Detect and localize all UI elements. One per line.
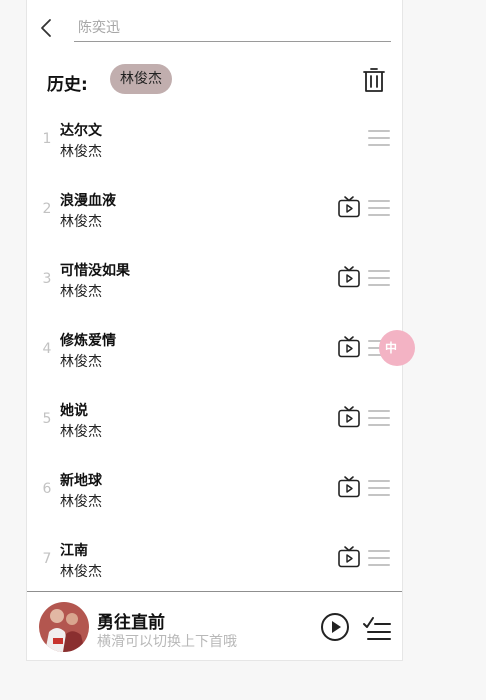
history-label: 历史:: [47, 75, 88, 95]
song-artist: 林俊杰: [60, 284, 102, 300]
song-list: 1 达尔文 林俊杰 2 浪漫血液 林俊杰 3 可惜没如果 林俊杰 4 修炼爱情 …: [27, 104, 402, 594]
song-title: 浪漫血液: [60, 193, 116, 209]
song-artist: 林俊杰: [60, 354, 102, 370]
song-title: 江南: [60, 543, 88, 559]
tv-play-icon[interactable]: [337, 545, 361, 569]
hamburger-menu-icon[interactable]: [367, 128, 391, 148]
chevron-left-icon[interactable]: [37, 18, 57, 38]
search-bar: [27, 0, 402, 58]
tv-play-icon[interactable]: [337, 475, 361, 499]
hamburger-menu-icon[interactable]: [367, 478, 391, 498]
song-row[interactable]: 3 可惜没如果 林俊杰: [27, 244, 402, 314]
hamburger-menu-icon[interactable]: [367, 198, 391, 218]
song-index: 6: [42, 481, 52, 497]
mini-player[interactable]: 勇往直前 横滑可以切换上下首哦: [27, 591, 402, 660]
song-title: 修炼爱情: [60, 333, 116, 349]
song-index: 5: [42, 411, 52, 427]
song-artist: 林俊杰: [60, 424, 102, 440]
history-chip[interactable]: 林俊杰: [110, 64, 172, 94]
song-row[interactable]: 1 达尔文 林俊杰: [27, 104, 402, 174]
song-row[interactable]: 4 修炼爱情 林俊杰: [27, 314, 402, 384]
song-artist: 林俊杰: [60, 214, 102, 230]
song-index: 4: [42, 341, 52, 357]
tv-play-icon[interactable]: [337, 265, 361, 289]
song-title: 她说: [60, 403, 88, 419]
hamburger-menu-icon[interactable]: [367, 268, 391, 288]
song-index: 3: [42, 271, 52, 287]
song-title: 新地球: [60, 473, 102, 489]
song-index: 2: [42, 201, 52, 217]
now-playing-title: 勇往直前: [97, 613, 165, 633]
app-screen: 历史: 林俊杰 1 达尔文 林俊杰 2 浪漫血液 林俊杰: [26, 0, 403, 661]
tv-play-icon[interactable]: [337, 335, 361, 359]
tv-play-icon[interactable]: [337, 195, 361, 219]
hamburger-menu-icon[interactable]: [367, 548, 391, 568]
playlist-icon[interactable]: [362, 614, 392, 642]
song-row[interactable]: 5 她说 林俊杰: [27, 384, 402, 454]
album-cover[interactable]: [39, 602, 89, 652]
swipe-hint: 横滑可以切换上下首哦: [97, 634, 237, 650]
album-cover-image: [39, 602, 89, 652]
song-title: 达尔文: [60, 123, 102, 139]
song-artist: 林俊杰: [60, 144, 102, 160]
trash-icon[interactable]: [362, 66, 386, 94]
hamburger-menu-icon[interactable]: [367, 408, 391, 428]
tv-play-icon[interactable]: [337, 405, 361, 429]
floating-badge[interactable]: 中: [379, 330, 415, 366]
song-row[interactable]: 7 江南 林俊杰: [27, 524, 402, 594]
song-index: 7: [42, 551, 52, 567]
play-circle-icon[interactable]: [320, 612, 350, 642]
song-title: 可惜没如果: [60, 263, 130, 279]
song-row[interactable]: 2 浪漫血液 林俊杰: [27, 174, 402, 244]
song-row[interactable]: 6 新地球 林俊杰: [27, 454, 402, 524]
search-history: 历史: 林俊杰: [27, 62, 402, 100]
song-artist: 林俊杰: [60, 564, 102, 580]
search-input[interactable]: [74, 14, 391, 42]
song-artist: 林俊杰: [60, 494, 102, 510]
song-index: 1: [42, 131, 52, 147]
